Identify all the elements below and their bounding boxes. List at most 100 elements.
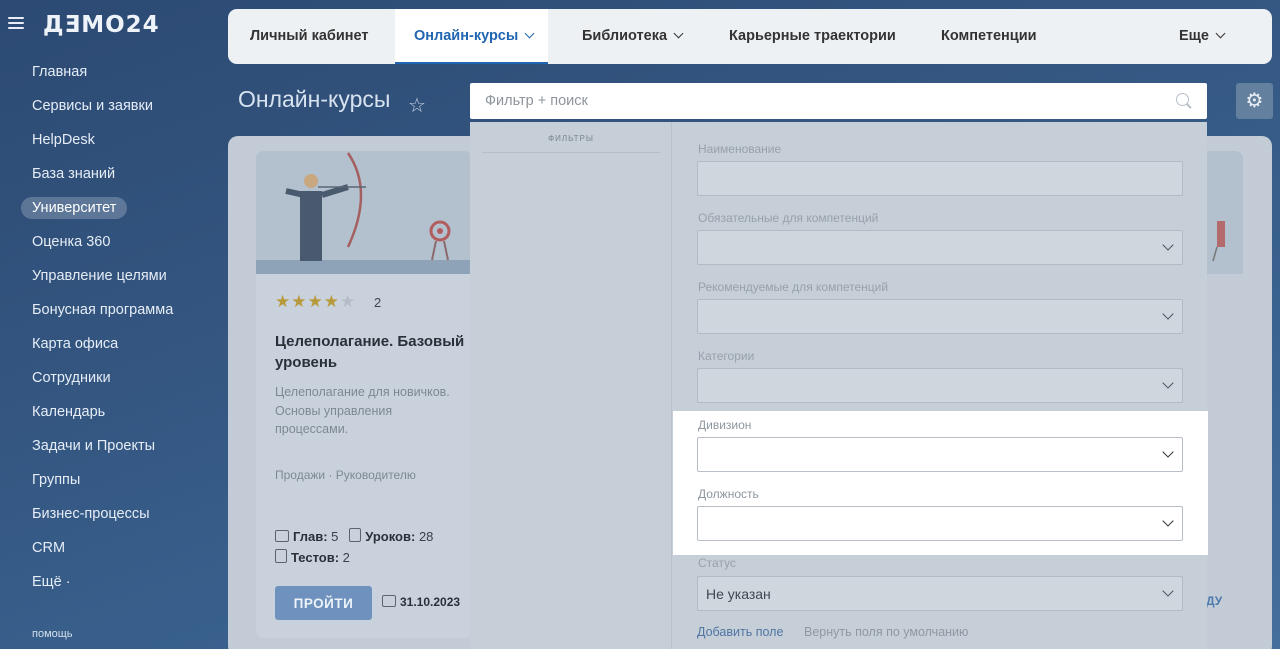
sidebar-item-label: Ещё · (32, 574, 71, 590)
sidebar-item[interactable]: Бонусная программа (0, 293, 228, 327)
sidebar-item[interactable]: HelpDesk (0, 123, 228, 157)
tab-label: Еще (1179, 28, 1209, 44)
sidebar-item-label: Бизнес-процессы (32, 506, 150, 522)
filter-label-required-competencies: Обязательные для компетенций (698, 211, 879, 225)
chevron-down-icon (1215, 28, 1226, 39)
chevron-down-icon (1162, 446, 1174, 458)
filter-required-competencies-select[interactable] (697, 230, 1183, 265)
sidebar-item[interactable]: Главная (0, 55, 228, 89)
sidebar-item-label: CRM (32, 540, 66, 556)
gear-icon: ⚙ (1245, 90, 1264, 112)
folder-icon (275, 530, 289, 542)
filter-recommended-competencies-select[interactable] (697, 299, 1183, 334)
tab-competencies[interactable]: Компетенции (941, 9, 1037, 64)
course-tags: Продажи · Руководителю (275, 468, 416, 482)
tab-label: Карьерные траектории (729, 28, 896, 44)
sidebar-item-label: Бонусная программа (32, 302, 174, 318)
sidebar-item-label: Календарь (32, 404, 106, 420)
lessons-count: 28 (418, 529, 434, 544)
page-title: Онлайн-курсы (238, 86, 391, 112)
sidebar-item[interactable]: Бизнес-процессы (0, 497, 228, 531)
sidebar-item[interactable]: Задачи и Проекты (0, 429, 228, 463)
status-value: Не указан (706, 586, 771, 602)
divider (482, 152, 660, 153)
tab-career-paths[interactable]: Карьерные траектории (729, 9, 896, 64)
lessons-doc-icon (349, 528, 362, 542)
chevron-down-icon (1162, 239, 1174, 251)
star-filled-icon: ★ (323, 292, 340, 311)
sidebar-item-label: HelpDesk (32, 132, 95, 148)
sidebar-item[interactable]: Управление целями (0, 259, 228, 293)
chevron-down-icon (524, 28, 535, 39)
sidebar-item[interactable]: База знаний (0, 157, 228, 191)
course-date: 31.10.2023 (382, 595, 460, 609)
star-empty-icon: ★ (340, 292, 357, 311)
reset-fields-link[interactable]: Вернуть поля по умолчанию (804, 625, 968, 639)
rating-count: 2 (374, 295, 382, 310)
tab-personal-cabinet[interactable]: Личный кабинет (250, 9, 369, 64)
star-filled-icon: ★ (275, 292, 292, 311)
sidebar-item[interactable]: Карта офиса (0, 327, 228, 361)
sidebar-item-label: Управление целями (32, 268, 167, 284)
chapters-label: Глав: (293, 529, 328, 544)
search-input[interactable] (470, 83, 1150, 119)
sidebar-item[interactable]: Календарь (0, 395, 228, 429)
tab-online-courses[interactable]: Онлайн-курсы (395, 9, 548, 64)
filter-label-categories: Категории (698, 349, 755, 363)
menu-burger-icon[interactable] (8, 14, 24, 34)
filter-presets-panel: ФИЛЬТРЫ (470, 122, 672, 649)
lessons-label: Уроков: (365, 529, 416, 544)
favorite-star-icon[interactable]: ☆ (408, 93, 426, 118)
sidebar-item[interactable]: Ещё · (0, 565, 228, 599)
course-description: Целеполагание для новичков. Основы управ… (275, 385, 450, 436)
sidebar-item-label: Группы (32, 472, 81, 488)
chevron-down-icon (1162, 377, 1174, 389)
sidebar-item-label: Оценка 360 (32, 234, 111, 250)
rating-stars: ★★★★★ (275, 292, 356, 312)
chevron-down-icon (673, 28, 684, 39)
sidebar-item-label: Сервисы и заявки (32, 98, 153, 114)
sidebar-item-label: База знаний (32, 166, 116, 182)
highlighted-fields: Дивизион Должность (673, 411, 1208, 555)
filter-categories-select[interactable] (697, 368, 1183, 403)
help-link[interactable]: помощь (32, 628, 73, 640)
calendar-icon (382, 595, 396, 607)
filter-label-position: Должность (698, 487, 759, 501)
chair-illustration (1205, 151, 1243, 274)
chapters-count: 5 (331, 529, 339, 544)
sidebar-item[interactable]: Сервисы и заявки (0, 89, 228, 123)
add-field-link[interactable]: Добавить поле (697, 625, 783, 639)
filter-label-name: Наименование (698, 142, 782, 156)
start-course-button[interactable]: ПРОЙТИ (275, 586, 372, 620)
filters-heading: ФИЛЬТРЫ (548, 134, 594, 143)
sidebar-item[interactable]: Сотрудники (0, 361, 228, 395)
sidebar-item-label: Главная (32, 64, 88, 80)
settings-gear-button[interactable]: ⚙ (1236, 83, 1273, 119)
filter-name-input[interactable] (697, 161, 1183, 196)
sidebar-item-label: Карта офиса (32, 336, 119, 352)
course-title[interactable]: Целеполагание. Базовый уровень (275, 331, 465, 373)
course-image (256, 151, 472, 274)
filter-search-bar (470, 83, 1207, 119)
sidebar-item-label: Университет (21, 197, 128, 219)
filter-label-status: Статус (698, 556, 736, 570)
filter-division-select[interactable] (697, 437, 1183, 472)
search-icon[interactable] (1176, 93, 1189, 106)
course-stats: Глав: 5 Уроков: 28 Тестов: 2 (275, 526, 465, 568)
sidebar-item[interactable]: Группы (0, 463, 228, 497)
star-filled-icon: ★ (291, 292, 308, 311)
sidebar-item-label: Сотрудники (32, 370, 111, 386)
partial-card-link[interactable]: ДУ (1206, 594, 1222, 608)
sidebar-item[interactable]: Университет (0, 191, 228, 225)
filter-status-select[interactable]: Не указан (697, 576, 1183, 611)
filter-position-select[interactable] (697, 506, 1183, 541)
sidebar-item[interactable]: CRM (0, 531, 228, 565)
tests-file-icon (275, 549, 287, 563)
tab-label: Библиотека (582, 28, 668, 44)
chevron-down-icon (1162, 308, 1174, 320)
logo[interactable]: ДƎМО24 (43, 12, 160, 38)
sidebar-item[interactable]: Оценка 360 (0, 225, 228, 259)
chevron-down-icon (1162, 585, 1174, 597)
tab-library[interactable]: Библиотека (582, 9, 684, 64)
tab-more[interactable]: Еще (1179, 9, 1226, 64)
